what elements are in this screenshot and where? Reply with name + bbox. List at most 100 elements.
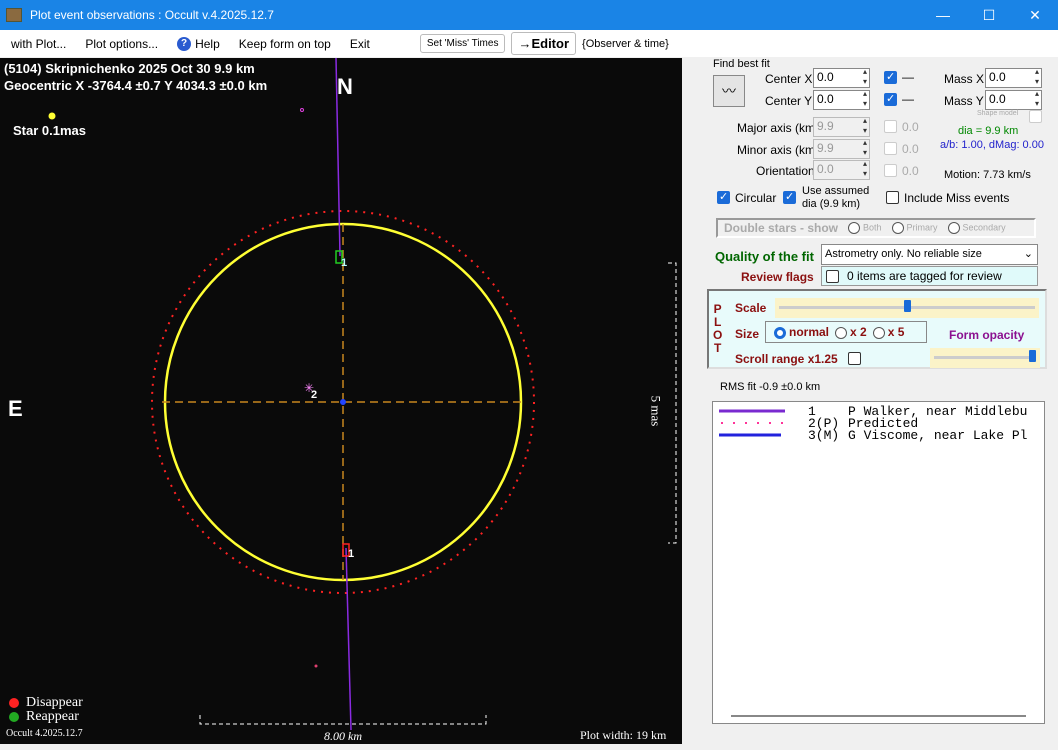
review-flags-value: 0 items are tagged for review xyxy=(847,269,1002,283)
minor-axis-value: 0.0 xyxy=(902,142,919,156)
chart-line-icon: 〰 xyxy=(722,83,736,99)
orientation-checkbox[interactable] xyxy=(884,164,897,177)
help-label: Help xyxy=(195,36,220,51)
menu-help[interactable]: ? Help xyxy=(177,36,220,51)
orientation-value: 0.0 xyxy=(902,164,919,178)
mas-scale-bracket xyxy=(668,262,677,544)
diameter-label: dia = 9.9 km xyxy=(958,125,1019,137)
magenta-point xyxy=(314,664,318,668)
maximize-button[interactable]: ☐ xyxy=(966,0,1012,30)
review-flags-label: Review flags xyxy=(741,270,814,284)
size-x2-radio[interactable]: x 2 xyxy=(835,325,867,339)
size-x5-radio[interactable]: x 5 xyxy=(872,325,904,339)
use-assumed-dia-label: dia (9.9 km) xyxy=(802,198,861,210)
secondary-radio[interactable]: Secondary xyxy=(947,222,1006,234)
scroll-range-checkbox[interactable] xyxy=(848,352,861,365)
center-marker xyxy=(340,399,346,405)
minor-axis-input[interactable]: 9.9 xyxy=(813,138,870,159)
shape-model-label: Shape model xyxy=(977,110,1019,117)
observer-time-button[interactable]: {Observer & time} xyxy=(582,38,669,50)
scale-label: Scale xyxy=(735,301,767,315)
use-assumed-checkbox[interactable] xyxy=(783,190,796,204)
observer-legend-list[interactable]: 1P Walker, near Middlebu 2(P) Predicted 3… xyxy=(712,401,1045,724)
scale-slider-thumb[interactable] xyxy=(903,300,911,312)
rms-fit-label: RMS fit -0.9 ±0.0 km xyxy=(720,381,821,393)
menu-exit[interactable]: Exit xyxy=(350,37,370,51)
form-opacity-slider[interactable] xyxy=(930,348,1040,368)
app-icon xyxy=(6,8,22,22)
point-2-label: 2 xyxy=(311,389,318,401)
minor-axis-checkbox[interactable] xyxy=(884,142,897,155)
major-axis-input[interactable]: 9.9 xyxy=(813,116,870,137)
chord-1-line-lower xyxy=(345,547,352,731)
quality-label: Quality of the fit xyxy=(715,249,814,264)
north-label: N xyxy=(337,74,353,99)
menu-plot-options[interactable]: Plot options... xyxy=(85,37,158,51)
plot-options-group: P L O T Scale Size normal x 2 x 5 Form o… xyxy=(707,289,1047,369)
include-miss-checkbox[interactable] xyxy=(886,191,899,204)
km-scale-label: 8.00 km xyxy=(324,729,362,743)
solid-line-swatch xyxy=(719,409,785,413)
both-radio[interactable]: Both xyxy=(848,222,882,234)
center-y-input[interactable]: 0.0 xyxy=(813,89,870,110)
center-x-checkbox[interactable] xyxy=(884,70,897,84)
form-opacity-thumb[interactable] xyxy=(1029,350,1036,362)
find-best-fit-button[interactable]: 〰 xyxy=(713,75,745,107)
chord-1-label-lower: 1 xyxy=(348,548,355,560)
mass-x-input[interactable]: 0.0 xyxy=(985,67,1042,88)
mass-y-input[interactable]: 0.0 xyxy=(985,89,1042,110)
scroll-range-label: Scroll range x1.25 xyxy=(735,352,838,366)
menu-keep-on-top[interactable]: Keep form on top xyxy=(239,37,331,51)
mass-y-label: Mass Y xyxy=(944,94,984,108)
center-y-checkbox[interactable] xyxy=(884,92,897,106)
use-assumed-label: Use assumed xyxy=(802,185,870,197)
minimize-button[interactable]: — xyxy=(920,0,966,30)
reappear-legend-dot xyxy=(9,712,19,722)
dotted-line-swatch xyxy=(721,422,785,424)
set-miss-times-button[interactable]: Set 'Miss' Times xyxy=(419,34,506,53)
orientation-input[interactable]: 0.0 xyxy=(813,159,870,180)
legend-row[interactable]: 3(M) G Viscome, near Lake Pl xyxy=(713,427,1027,443)
horizontal-scrollbar[interactable] xyxy=(731,715,1026,717)
legend-num: 3(M) xyxy=(808,427,840,443)
center-x-input[interactable]: 0.0 xyxy=(813,67,870,88)
find-best-fit-label: Find best fit xyxy=(713,58,770,70)
plot-width-label: Plot width: 19 km xyxy=(580,728,667,742)
chord-1-label: 1 xyxy=(341,257,348,269)
menu-with-plot[interactable]: with Plot... xyxy=(11,37,66,51)
center-y-label: Center Y xyxy=(765,94,813,108)
mas-scale-label: 5 mas xyxy=(648,395,664,427)
center-x-dash: — xyxy=(902,70,914,84)
include-miss-label: Include Miss events xyxy=(904,191,1010,205)
major-axis-value: 0.0 xyxy=(902,120,919,134)
version-label: Occult 4.2025.12.7 xyxy=(6,728,83,739)
title-bar: Plot event observations : Occult v.4.202… xyxy=(0,0,1058,30)
shape-model-checkbox[interactable] xyxy=(1029,110,1042,123)
review-flags-box[interactable]: 0 items are tagged for review xyxy=(821,266,1038,286)
menu-bar: with Plot... Plot options... ? Help Keep … xyxy=(0,30,1058,57)
chevron-down-icon: ⌄ xyxy=(1023,248,1033,260)
editor-button[interactable]: →Editor xyxy=(511,32,577,55)
solid-line-swatch xyxy=(719,433,781,437)
review-flags-checkbox[interactable] xyxy=(826,269,839,283)
double-stars-group: Double stars - show Both Primary Seconda… xyxy=(716,218,1036,238)
close-button[interactable]: ✕ xyxy=(1012,0,1058,30)
star-size-label: Star 0.1mas xyxy=(13,123,86,138)
star-dot xyxy=(48,112,56,120)
plot-canvas[interactable]: ✳ (5104) Skripnichenko 2025 Oct 30 9.9 k… xyxy=(0,58,682,744)
circular-label: Circular xyxy=(735,191,777,205)
quality-dropdown[interactable]: Astrometry only. No reliable size ⌄ xyxy=(821,244,1038,265)
window-title: Plot event observations : Occult v.4.202… xyxy=(30,8,274,22)
plot-header-title: (5104) Skripnichenko 2025 Oct 30 9.9 km xyxy=(4,61,255,76)
circular-checkbox[interactable] xyxy=(717,190,730,204)
size-normal-radio[interactable]: normal xyxy=(774,325,829,339)
major-axis-checkbox[interactable] xyxy=(884,120,897,133)
primary-radio[interactable]: Primary xyxy=(891,222,938,234)
mass-x-label: Mass X xyxy=(944,72,985,86)
center-y-dash: — xyxy=(902,92,914,106)
plot-header-geocentric: Geocentric X -3764.4 ±0.7 Y 4034.3 ±0.0 … xyxy=(4,78,268,93)
major-axis-label: Major axis (km) xyxy=(737,121,820,135)
motion-label: Motion: 7.73 km/s xyxy=(944,169,1031,181)
scale-slider[interactable] xyxy=(775,298,1039,318)
help-icon: ? xyxy=(177,36,192,51)
